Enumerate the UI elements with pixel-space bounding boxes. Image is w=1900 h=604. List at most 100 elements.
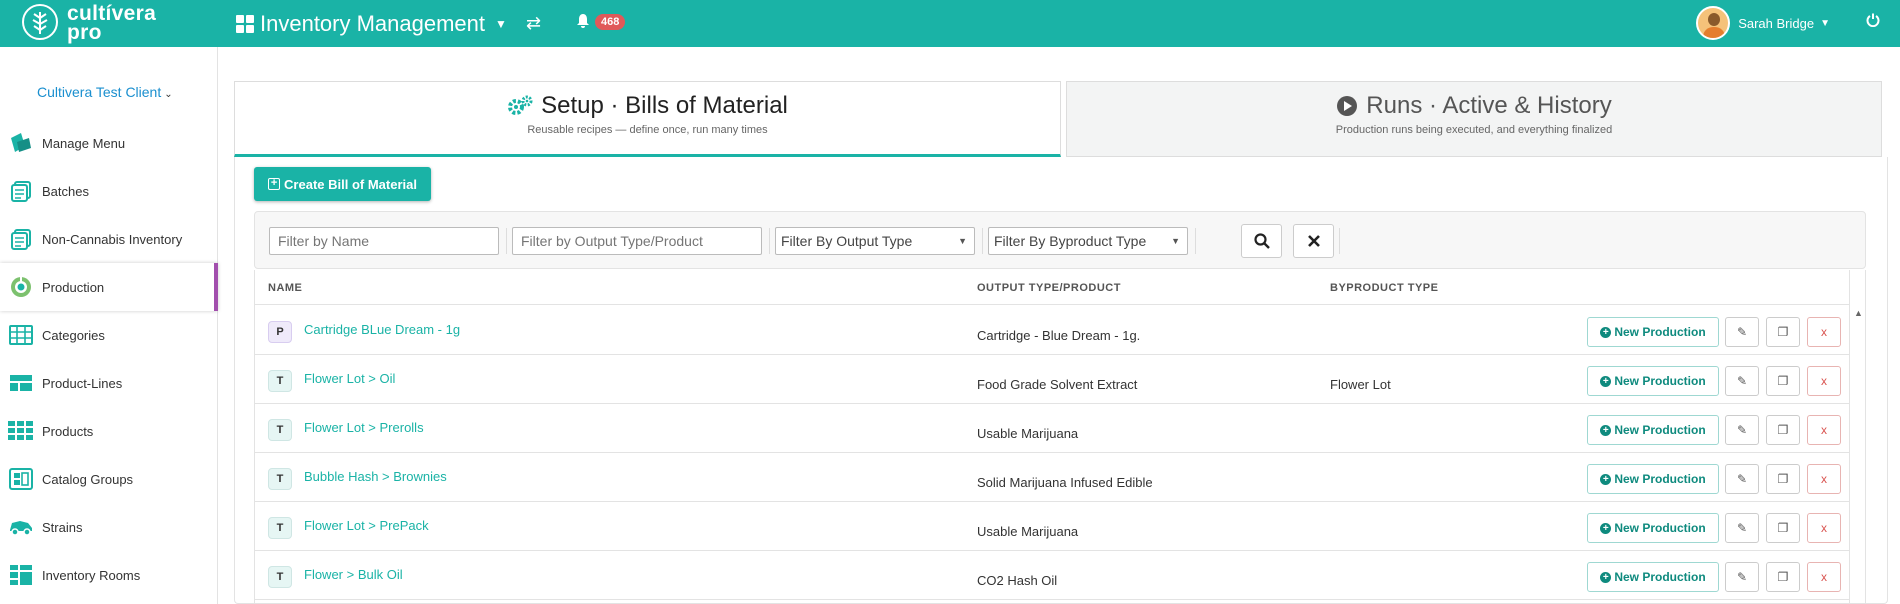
categories-icon <box>8 322 34 348</box>
edit-icon: ✎ <box>1736 521 1748 535</box>
button-label: New Production <box>1614 472 1706 486</box>
delete-icon: x <box>1821 472 1827 486</box>
delete-button[interactable]: x <box>1807 464 1841 494</box>
plus-circle-icon: + <box>1600 424 1612 436</box>
sidebar-item-label: Product-Lines <box>42 375 123 391</box>
delete-button[interactable]: x <box>1807 317 1841 347</box>
delete-icon: x <box>1821 423 1827 437</box>
sidebar-item-production[interactable]: Production <box>0 263 218 311</box>
new-production-button[interactable]: + New Production <box>1587 464 1719 494</box>
user-menu[interactable]: Sarah Bridge ▼ <box>1696 5 1830 41</box>
type-badge: P <box>268 321 292 343</box>
gears-icon <box>507 95 533 117</box>
edit-button[interactable]: ✎ <box>1725 366 1759 396</box>
type-badge: T <box>268 370 292 392</box>
edit-icon: ✎ <box>1736 570 1748 584</box>
brand-logo[interactable]: cultívera pro <box>22 3 172 44</box>
sidebar-item-categories[interactable]: Categories <box>0 311 218 359</box>
row-name-link[interactable]: Bubble Hash > Brownies <box>304 469 447 484</box>
delete-button[interactable]: x <box>1807 366 1841 396</box>
create-bill-of-material-button[interactable]: + Create Bill of Material <box>254 167 431 201</box>
edit-button[interactable]: ✎ <box>1725 513 1759 543</box>
scrollbar[interactable]: ▲ <box>1849 270 1865 604</box>
copy-button[interactable]: ❐ <box>1766 415 1800 445</box>
power-icon[interactable] <box>1866 13 1880 32</box>
delete-icon: x <box>1821 374 1827 388</box>
menu-book-icon <box>8 130 34 156</box>
copy-icon: ❐ <box>1777 374 1789 388</box>
row-byproduct: Flower Lot <box>1330 377 1391 392</box>
select-value: Filter By Output Type <box>781 233 913 249</box>
plus-circle-icon: + <box>1600 473 1612 485</box>
column-header-byproduct[interactable]: BYPRODUCT TYPE <box>1330 282 1438 294</box>
output-type-select[interactable]: Filter By Output Type ▼ <box>775 227 975 255</box>
sidebar-item-product-lines[interactable]: Product-Lines <box>0 359 218 407</box>
sidebar-item-strains[interactable]: Strains <box>0 503 218 551</box>
delete-button[interactable]: x <box>1807 513 1841 543</box>
new-production-button[interactable]: + New Production <box>1587 513 1719 543</box>
copy-button[interactable]: ❐ <box>1766 562 1800 592</box>
play-circle-icon <box>1336 95 1358 117</box>
tab-runs-active-history[interactable]: Runs · Active & History Production runs … <box>1066 81 1882 157</box>
delete-icon: x <box>1821 325 1827 339</box>
tab-setup-bills-of-material[interactable]: Setup · Bills of Material Reusable recip… <box>234 81 1061 157</box>
client-selector[interactable]: Cultivera Test Client ⌄ <box>37 84 173 100</box>
copy-button[interactable]: ❐ <box>1766 513 1800 543</box>
sidebar-item-batches[interactable]: Batches <box>0 167 218 215</box>
row-name-link[interactable]: Flower Lot > PrePack <box>304 518 429 533</box>
row-name-link[interactable]: Flower Lot > Oil <box>304 371 395 386</box>
sidebar-item-non-cannabis-inventory[interactable]: Non-Cannabis Inventory <box>0 215 218 263</box>
scroll-up-arrow-icon[interactable]: ▲ <box>1854 308 1863 318</box>
edit-button[interactable]: ✎ <box>1725 464 1759 494</box>
edit-button[interactable]: ✎ <box>1725 562 1759 592</box>
clear-filters-button[interactable] <box>1293 224 1334 258</box>
type-badge: T <box>268 566 292 588</box>
edit-button[interactable]: ✎ <box>1725 415 1759 445</box>
delete-button[interactable]: x <box>1807 415 1841 445</box>
row-name-link[interactable]: Flower > Bulk Oil <box>304 567 403 582</box>
search-button[interactable] <box>1241 224 1282 258</box>
sidebar-item-catalog-groups[interactable]: Catalog Groups <box>0 455 218 503</box>
byproduct-type-select[interactable]: Filter By Byproduct Type ▼ <box>988 227 1188 255</box>
tab-subtitle: Production runs being executed, and ever… <box>1335 124 1613 136</box>
table-row: T Flower Lot > PrePack Usable Marijuana … <box>255 502 1850 551</box>
plus-circle-icon: + <box>1600 571 1612 583</box>
type-badge: T <box>268 517 292 539</box>
copy-button[interactable]: ❐ <box>1766 317 1800 347</box>
sidebar-item-label: Categories <box>42 327 105 343</box>
swap-icon[interactable]: ⇄ <box>526 13 541 34</box>
create-button-label: Create Bill of Material <box>284 176 417 192</box>
table-row: T Flower Lot > Oil Food Grade Solvent Ex… <box>255 355 1850 404</box>
row-output: Usable Marijuana <box>977 426 1079 441</box>
new-production-button[interactable]: + New Production <box>1587 562 1719 592</box>
sidebar-item-manage-menu[interactable]: Manage Menu <box>0 119 218 167</box>
button-label: New Production <box>1614 325 1706 339</box>
bell-icon[interactable] <box>576 13 590 34</box>
row-name-link[interactable]: Cartridge BLue Dream - 1g <box>304 322 460 337</box>
leaf-logo-icon <box>22 4 58 40</box>
new-production-button[interactable]: + New Production <box>1587 415 1719 445</box>
copy-button[interactable]: ❐ <box>1766 464 1800 494</box>
copy-icon: ❐ <box>1777 472 1789 486</box>
filter-output-input[interactable] <box>512 227 762 255</box>
column-header-output[interactable]: OUTPUT TYPE/PRODUCT <box>977 282 1121 294</box>
notification-badge[interactable]: 468 <box>595 14 626 30</box>
table-row: T Flower > Bulk Oil CO2 Hash Oil + New Pr… <box>255 551 1850 600</box>
filter-name-input[interactable] <box>269 227 499 255</box>
divider <box>1195 228 1196 254</box>
avatar <box>1696 6 1731 40</box>
button-label: New Production <box>1614 423 1706 437</box>
sidebar-item-products[interactable]: Products <box>0 407 218 455</box>
tab-title: Runs · Active & History <box>1366 92 1612 119</box>
batches-icon <box>8 178 34 204</box>
column-header-name[interactable]: NAME <box>268 282 302 294</box>
row-name-link[interactable]: Flower Lot > Prerolls <box>304 420 424 435</box>
app-switcher[interactable]: Inventory Management ▼ <box>236 10 507 38</box>
new-production-button[interactable]: + New Production <box>1587 317 1719 347</box>
delete-button[interactable]: x <box>1807 562 1841 592</box>
new-production-button[interactable]: + New Production <box>1587 366 1719 396</box>
copy-button[interactable]: ❐ <box>1766 366 1800 396</box>
sidebar-item-inventory-rooms[interactable]: Inventory Rooms <box>0 551 218 599</box>
edit-button[interactable]: ✎ <box>1725 317 1759 347</box>
copy-icon: ❐ <box>1777 521 1789 535</box>
